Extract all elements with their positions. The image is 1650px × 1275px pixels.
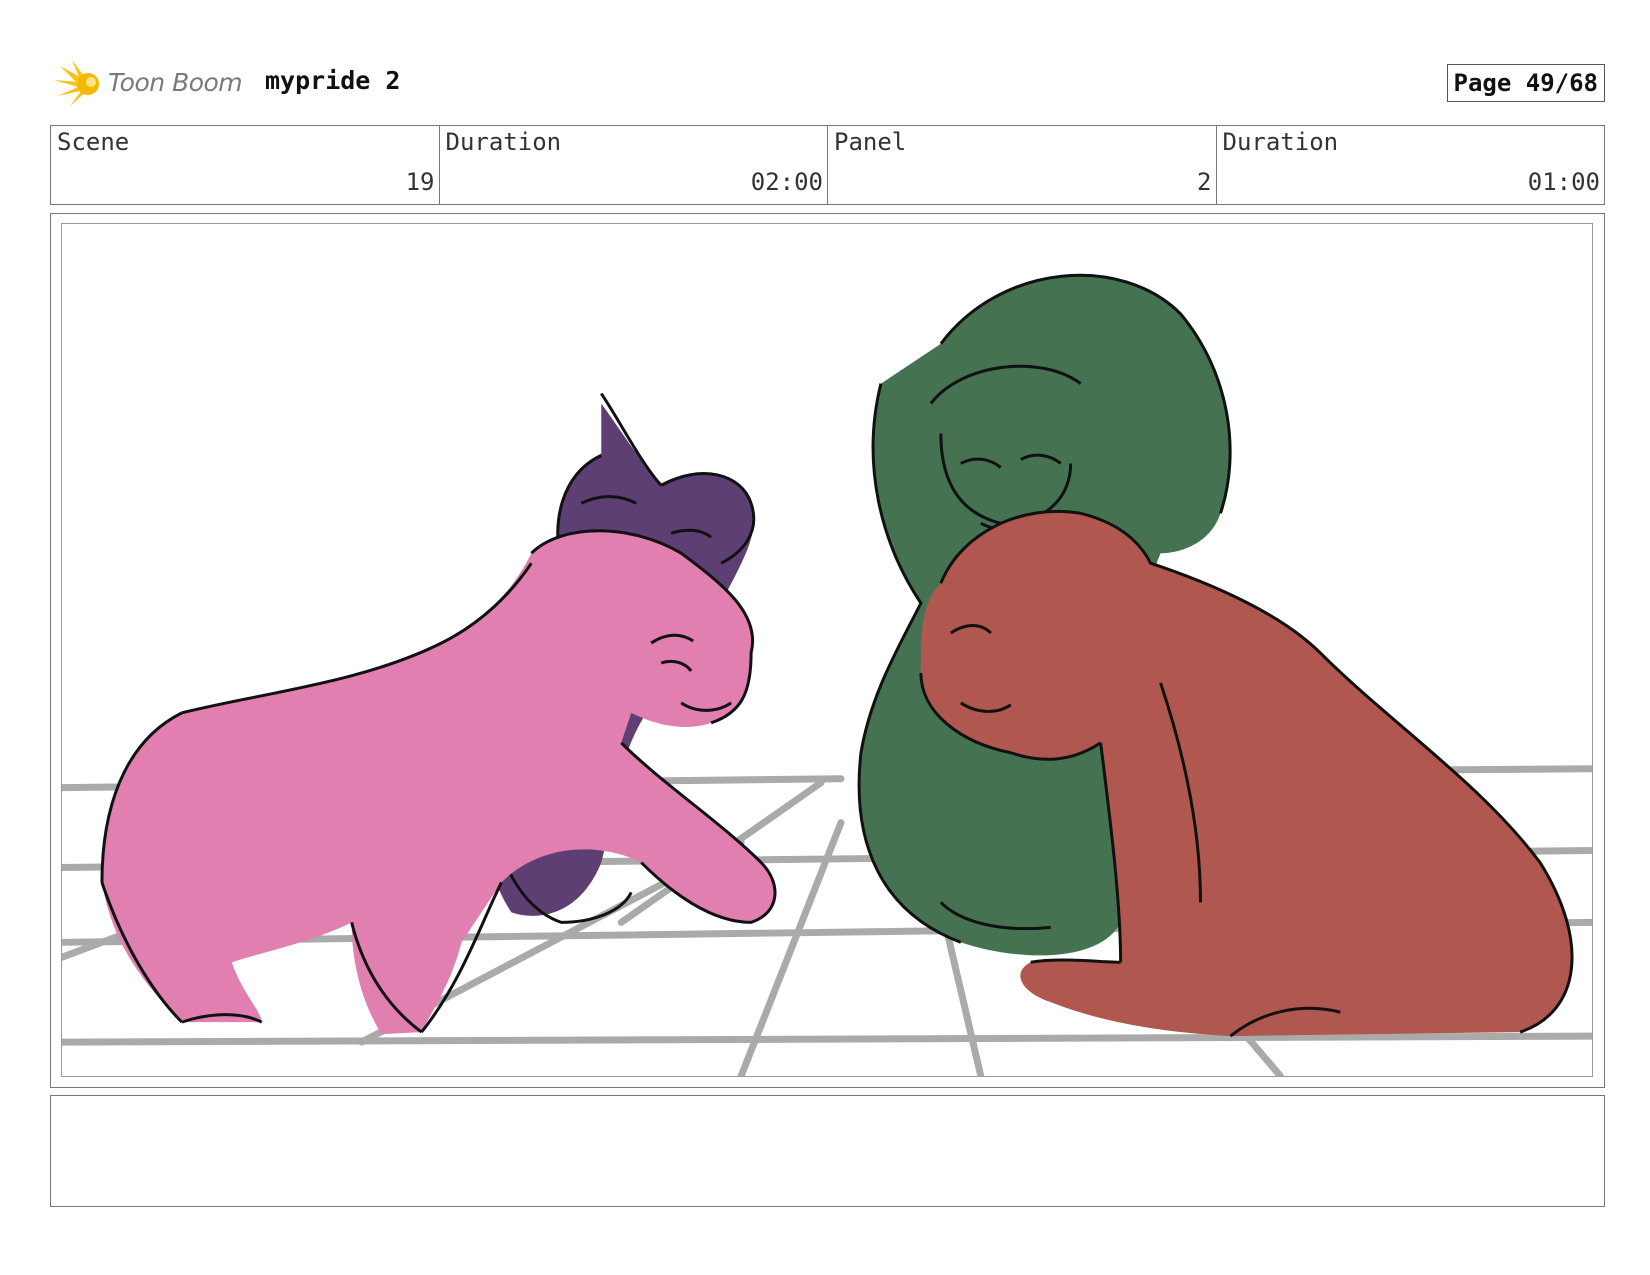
- scene-duration-label: Duration: [445, 128, 562, 156]
- page-indicator: Page 49/68: [1446, 64, 1605, 102]
- storyboard-header: Toon Boom mypride 2 Page 49/68: [50, 58, 1605, 108]
- storyboard-drawing: [61, 223, 1593, 1077]
- scene-value: 19: [405, 168, 435, 196]
- scene-duration-cell: Duration 02:00: [440, 126, 828, 204]
- panel-label: Panel: [834, 128, 907, 156]
- toon-boom-logo-icon: [54, 58, 102, 108]
- scene-info-table: Scene 19 Duration 02:00 Panel 2 Duration…: [50, 125, 1605, 205]
- panel-notes: [50, 1095, 1605, 1207]
- panel-duration-label: Duration: [1222, 128, 1339, 156]
- panel-frame: [50, 213, 1605, 1088]
- scene-cell: Scene 19: [51, 126, 440, 204]
- project-title: mypride 2: [265, 66, 401, 95]
- scene-label: Scene: [57, 128, 130, 156]
- panel-value: 2: [1197, 168, 1212, 196]
- panel-cell: Panel 2: [828, 126, 1217, 204]
- logo-text: Toon Boom: [108, 68, 243, 97]
- panel-duration-value: 01:00: [1527, 168, 1600, 196]
- scene-duration-value: 02:00: [750, 168, 823, 196]
- panel-duration-cell: Duration 01:00: [1217, 126, 1605, 204]
